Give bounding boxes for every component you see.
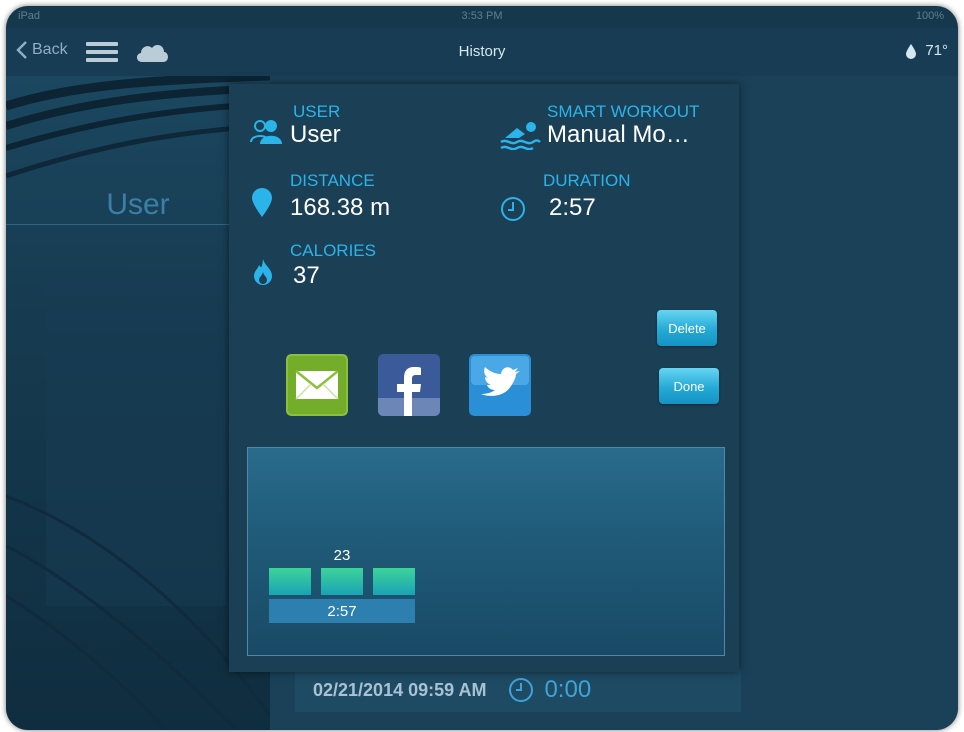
users-icon bbox=[250, 120, 282, 144]
duration-bar-label: 2:57 bbox=[327, 603, 356, 620]
history-time: 0:00 bbox=[544, 676, 592, 703]
page-title: History bbox=[458, 43, 506, 60]
swimmer-icon bbox=[500, 122, 541, 150]
lap-chart: 23 2:57 bbox=[247, 447, 725, 656]
envelope-icon bbox=[286, 354, 348, 416]
nav-bar: Back History 71° bbox=[6, 28, 958, 76]
status-time: 3:53 PM bbox=[461, 10, 503, 22]
facebook-icon bbox=[378, 354, 440, 416]
duration-value: 2:57 bbox=[549, 194, 596, 221]
flame-icon bbox=[254, 259, 272, 285]
twitter-share-button[interactable] bbox=[469, 354, 531, 416]
email-share-button[interactable] bbox=[286, 354, 348, 416]
battery-status: 100% bbox=[915, 10, 944, 22]
clock-icon bbox=[509, 678, 534, 702]
history-date: 02/21/2014 09:59 AM bbox=[313, 679, 487, 700]
lap-bar-segment bbox=[373, 568, 415, 595]
temperature-value: 71° bbox=[925, 42, 948, 59]
user-value: User bbox=[290, 121, 341, 148]
twitter-bird-icon bbox=[469, 354, 531, 416]
workout-detail-popup: USER User SMART WORKOUT Manual Mo… DISTA… bbox=[229, 84, 739, 672]
lap-chart-svg: 23 2:57 bbox=[269, 547, 415, 623]
delete-button[interactable]: Delete bbox=[657, 310, 717, 346]
workout-value: Manual Mo… bbox=[547, 121, 690, 148]
duration-label: DURATION bbox=[543, 171, 631, 190]
calories-value: 37 bbox=[293, 262, 320, 289]
map-pin-icon bbox=[252, 188, 272, 217]
water-drop-icon bbox=[906, 43, 917, 59]
lap-bar-segment bbox=[321, 568, 363, 595]
distance-label: DISTANCE bbox=[290, 171, 375, 190]
temperature-indicator: 71° bbox=[905, 42, 948, 59]
clock-icon bbox=[501, 197, 525, 221]
history-entry[interactable]: 02/21/2014 09:59 AM 0:00 bbox=[295, 668, 741, 712]
calories-label: CALORIES bbox=[290, 241, 376, 260]
lap-value-label: 23 bbox=[334, 547, 351, 564]
distance-value: 168.38 m bbox=[290, 194, 391, 221]
done-button[interactable]: Done bbox=[659, 368, 719, 404]
user-label: USER bbox=[293, 102, 341, 121]
workout-label: SMART WORKOUT bbox=[547, 102, 700, 121]
lap-bar-segment bbox=[269, 568, 311, 595]
facebook-share-button[interactable] bbox=[378, 354, 440, 416]
status-bar: iPad 3:53 PM 100% bbox=[6, 6, 958, 28]
